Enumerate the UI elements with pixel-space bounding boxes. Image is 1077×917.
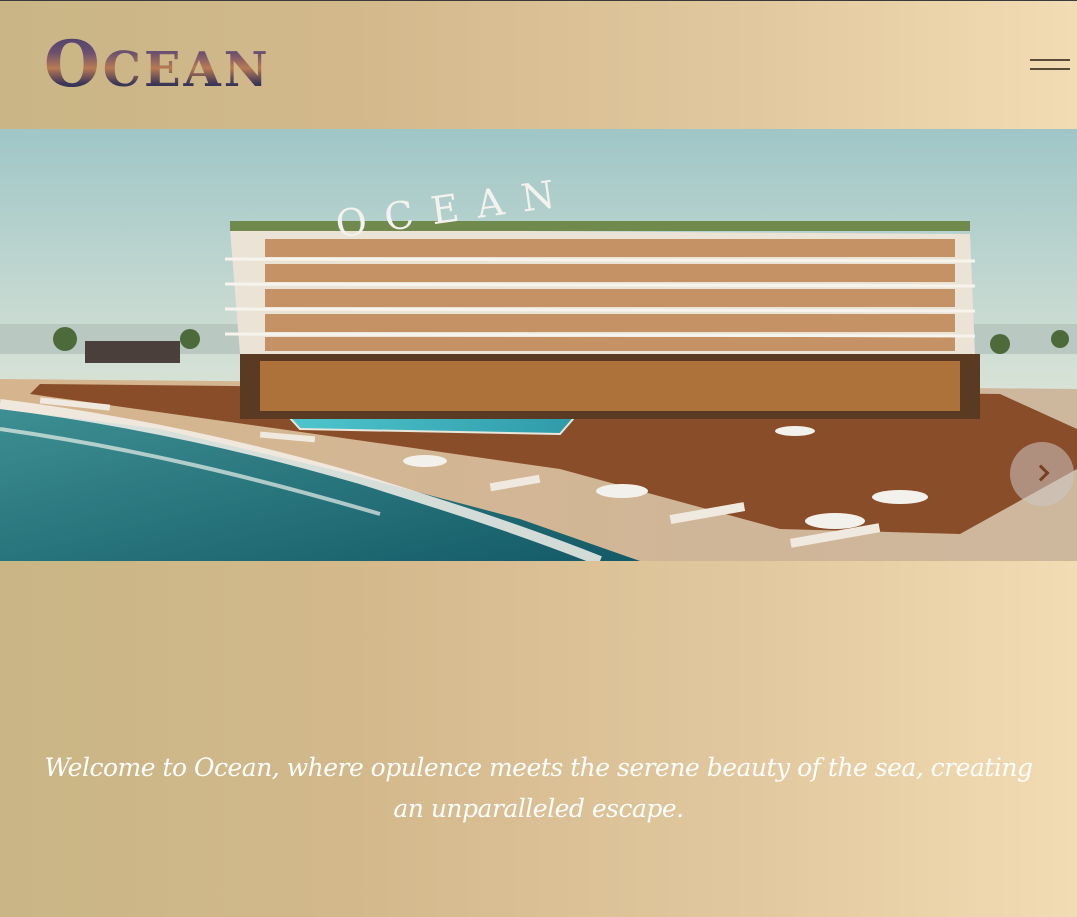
ocean-logo[interactable]: OCEAN: [44, 34, 271, 96]
hamburger-line: [1030, 59, 1070, 61]
hero-carousel: OCEAN: [0, 129, 1077, 561]
windows-row: [265, 314, 955, 332]
windows-row: [265, 289, 955, 307]
balcony-line: [224, 282, 976, 288]
balcony-line: [224, 307, 976, 313]
palm-tree: [53, 327, 77, 351]
welcome-tagline: Welcome to Ocean, where opulence meets t…: [44, 753, 1033, 823]
parasol: [872, 490, 928, 504]
logo-initial: O: [44, 27, 103, 102]
site-header: OCEAN: [0, 0, 1077, 129]
palm-tree: [180, 329, 200, 349]
palm-tree: [990, 334, 1010, 354]
palm-tree: [1051, 330, 1069, 348]
windows-row: [265, 264, 955, 282]
parasol: [805, 513, 865, 529]
parasol: [403, 455, 447, 467]
hamburger-line: [1030, 68, 1070, 70]
balcony-line: [224, 257, 976, 263]
beach-house: [85, 341, 180, 363]
hero-image: OCEAN: [0, 129, 1077, 561]
building-ground-glow: [260, 361, 960, 411]
windows-row: [265, 337, 955, 351]
parasol: [596, 484, 648, 498]
carousel-next-button[interactable]: [1010, 442, 1074, 506]
balcony-line: [224, 332, 976, 338]
parasol: [775, 426, 815, 436]
chevron-right-icon: [1032, 464, 1050, 482]
hamburger-icon[interactable]: [1030, 57, 1072, 73]
logo-rest: CEAN: [102, 42, 271, 98]
